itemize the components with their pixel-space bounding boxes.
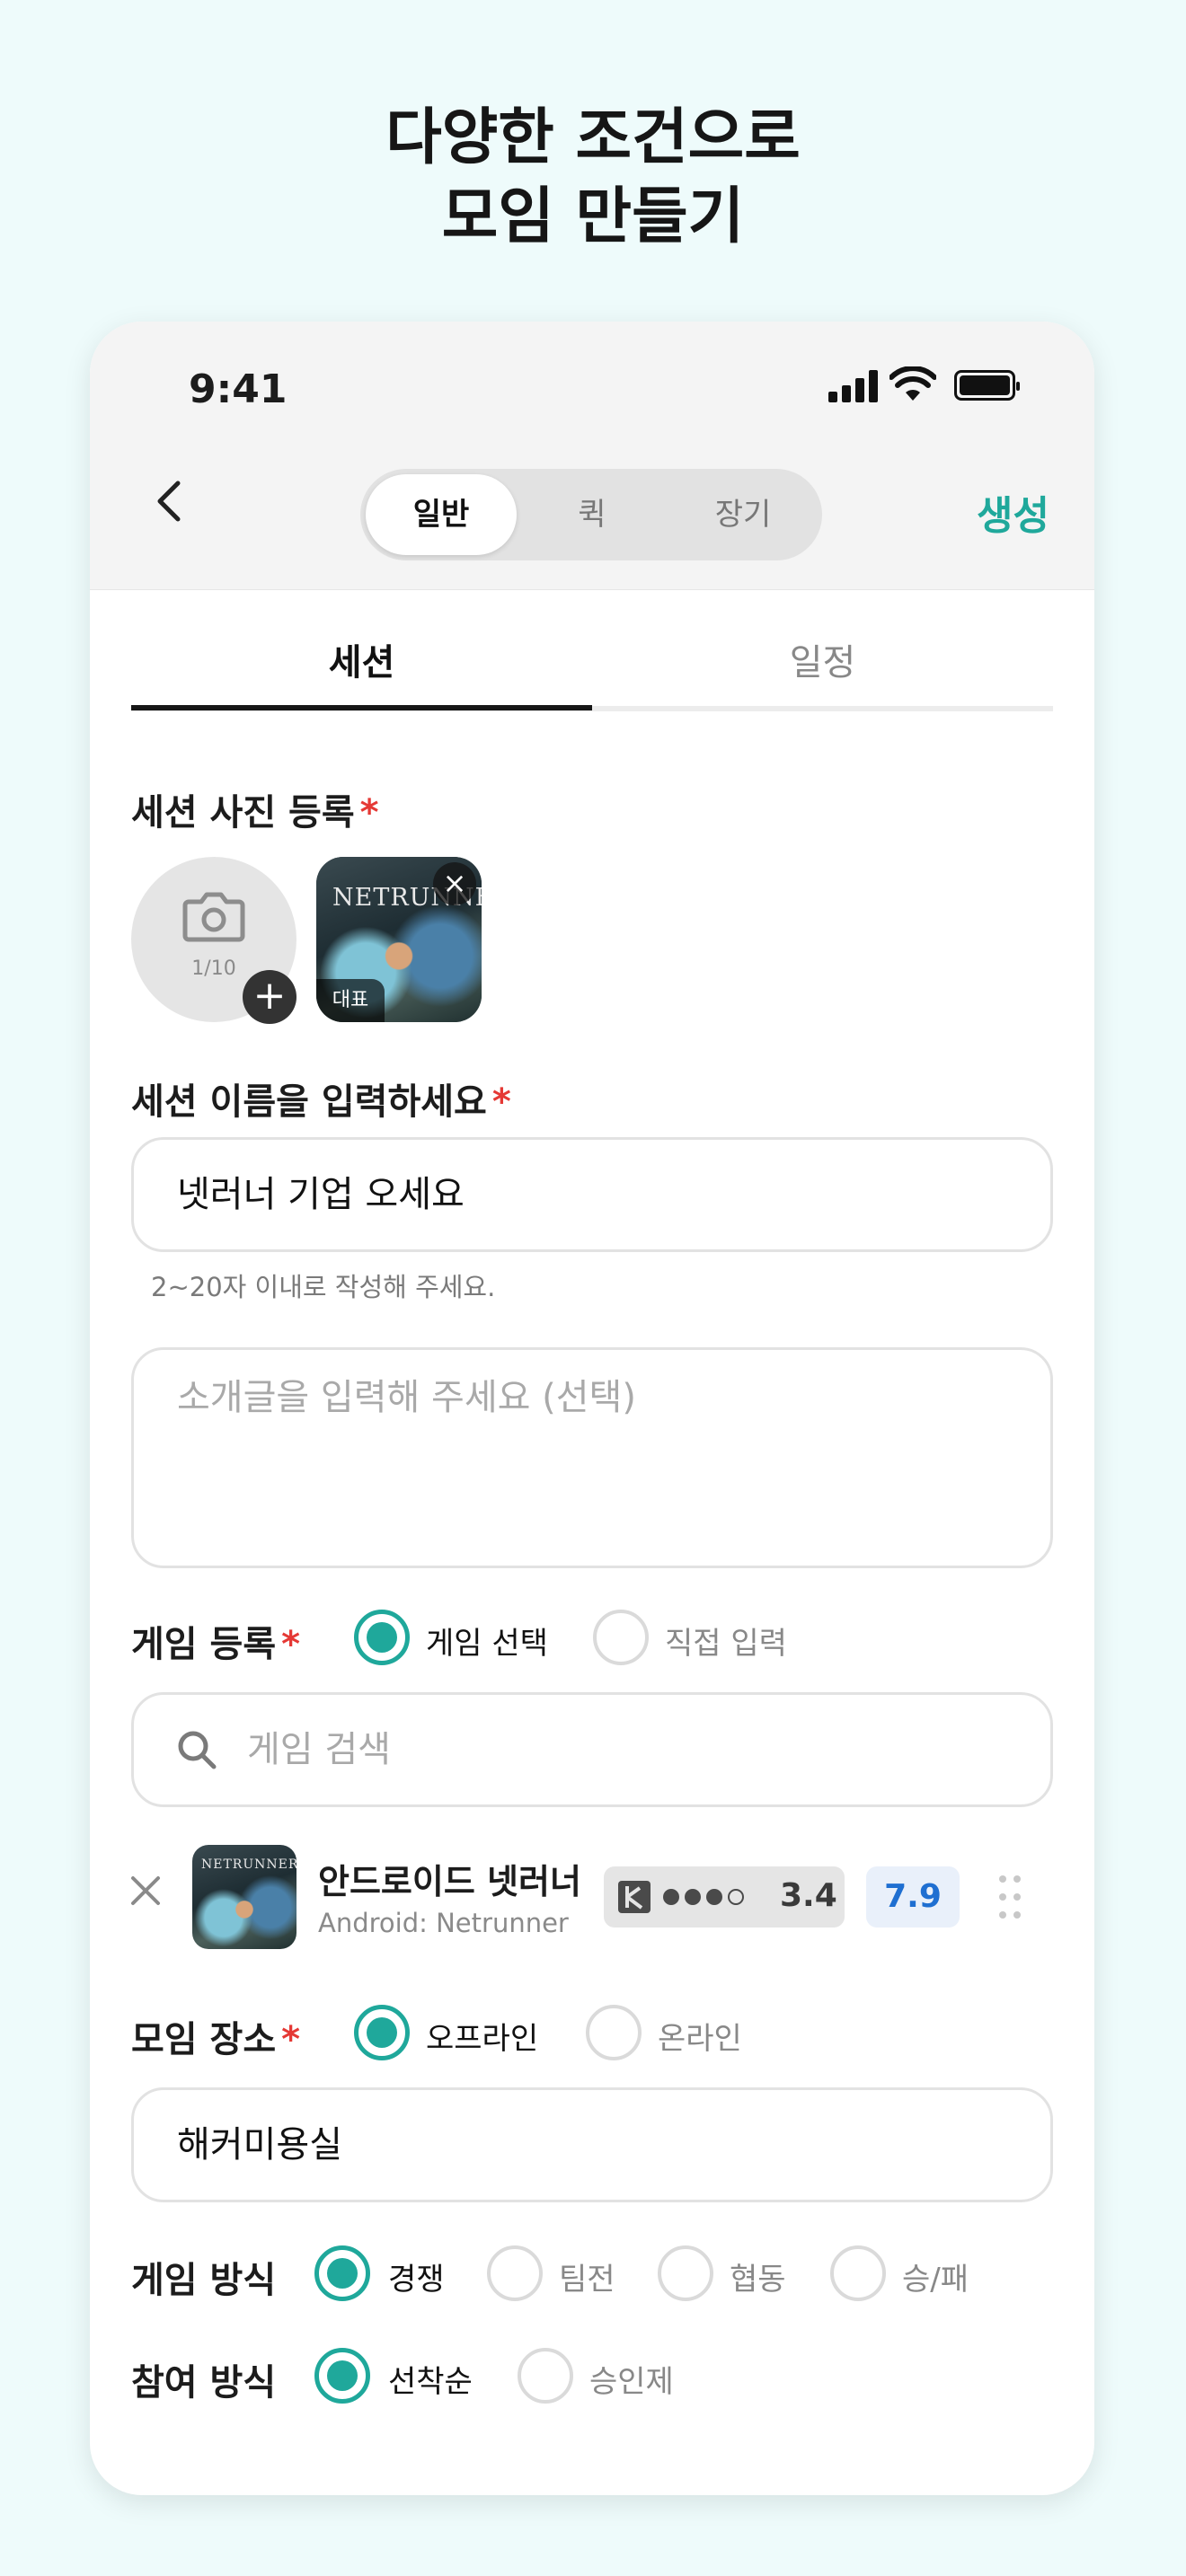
weight-dot xyxy=(685,1889,701,1905)
radio-competitive[interactable] xyxy=(314,2245,370,2301)
radio-offline-label: 오프라인 xyxy=(426,2021,539,2057)
camera-icon xyxy=(182,892,245,942)
representative-badge: 대표 xyxy=(316,979,385,1022)
battery-icon xyxy=(954,370,1020,401)
radio-approval-label: 승인제 xyxy=(589,2364,674,2400)
weight-dot-empty xyxy=(728,1889,744,1905)
close-icon[interactable]: × xyxy=(433,862,476,905)
create-button[interactable]: 생성 xyxy=(977,483,1049,541)
photo-section-label: 세션 사진 등록 * xyxy=(131,783,379,835)
game-section-label: 게임 등록 * xyxy=(131,1615,300,1667)
tab-bar: 세션 일정 xyxy=(131,589,1053,715)
radio-win-lose[interactable] xyxy=(830,2245,886,2301)
segment-quick[interactable]: 퀵 xyxy=(517,469,668,560)
wifi-icon xyxy=(890,366,936,401)
required-mark: * xyxy=(281,1624,301,1665)
photo-label-text: 세션 사진 등록 xyxy=(131,792,355,834)
photo-thumbnail[interactable]: NETRUNNER × 대표 xyxy=(316,857,482,1022)
place-section-label: 모임 장소 * xyxy=(131,2010,300,2062)
radio-direct-input-label: 직접 입력 xyxy=(665,1626,787,1662)
radio-game-select-label: 게임 선택 xyxy=(426,1626,548,1662)
radio-win-lose-label: 승/패 xyxy=(902,2262,969,2298)
rating-badge: 7.9 xyxy=(866,1866,960,1928)
plus-icon[interactable]: + xyxy=(243,970,296,1024)
play-style-label: 게임 방식 xyxy=(131,2260,277,2301)
radio-team-label: 팀전 xyxy=(559,2262,615,2298)
weight-icon xyxy=(618,1881,651,1913)
radio-team[interactable] xyxy=(487,2245,543,2301)
radio-competitive-label: 경쟁 xyxy=(388,2262,445,2298)
required-mark: * xyxy=(491,1081,511,1123)
chevron-left-icon[interactable] xyxy=(144,474,198,528)
tab-schedule[interactable]: 일정 xyxy=(592,589,1053,711)
radio-approval[interactable] xyxy=(518,2348,573,2404)
game-thumbnail: NETRUNNER xyxy=(192,1845,296,1949)
drag-handle-icon[interactable] xyxy=(997,1875,1024,1920)
headline-line-1: 다양한 조건으로 xyxy=(385,102,801,173)
radio-online-label: 온라인 xyxy=(658,2021,742,2057)
intro-textarea[interactable]: 소개글을 입력해 주세요 (선택) xyxy=(131,1347,1053,1568)
radio-game-select[interactable] xyxy=(354,1610,410,1665)
radio-online[interactable] xyxy=(586,2005,642,2060)
weight-dot xyxy=(706,1889,722,1905)
place-input[interactable]: 해커미용실 xyxy=(131,2087,1053,2202)
radio-offline[interactable] xyxy=(354,2005,410,2060)
name-helper-text: 2~20자 이내로 작성해 주세요. xyxy=(151,1272,496,1302)
game-thumb-title: NETRUNNER xyxy=(201,1857,296,1872)
radio-coop-label: 협동 xyxy=(730,2262,786,2298)
game-label-text: 게임 등록 xyxy=(131,1624,277,1665)
required-mark: * xyxy=(359,792,379,834)
name-section-label: 세션 이름을 입력하세요 * xyxy=(131,1072,511,1125)
tab-session[interactable]: 세션 xyxy=(131,589,592,711)
game-subtitle: Android: Netrunner xyxy=(318,1908,569,1938)
mode-segmented-control: 일반 퀵 장기 xyxy=(360,469,822,560)
game-search-input[interactable]: 게임 검색 xyxy=(131,1692,1053,1807)
phone-screen: 9:41 일반 퀵 장기 생성 세션 일정 세션 사진 등록 * 1/10 + … xyxy=(90,322,1094,2495)
tab-active-indicator xyxy=(131,705,592,710)
status-time: 9:41 xyxy=(189,366,288,412)
search-icon xyxy=(178,1731,217,1769)
session-name-input[interactable]: 넷러너 기업 오세요 xyxy=(131,1137,1053,1252)
segment-long-term[interactable]: 장기 xyxy=(668,469,819,560)
headline-line-2: 모임 만들기 xyxy=(441,181,745,253)
weight-dot xyxy=(663,1889,679,1905)
weight-dots xyxy=(663,1889,749,1909)
signal-icon xyxy=(828,370,879,402)
weight-badge: 3.4 xyxy=(604,1866,845,1928)
radio-first-come[interactable] xyxy=(314,2348,370,2404)
radio-first-come-label: 선착순 xyxy=(388,2364,473,2400)
game-name: 안드로이드 넷러너 xyxy=(318,1862,581,1901)
promo-headline: 다양한 조건으로 모임 만들기 xyxy=(0,99,1186,258)
top-bar: 9:41 일반 퀵 장기 생성 xyxy=(90,322,1094,590)
required-mark: * xyxy=(281,2019,301,2060)
join-method-label: 참여 방식 xyxy=(131,2362,277,2404)
name-label-text: 세션 이름을 입력하세요 xyxy=(131,1081,487,1123)
segment-general[interactable]: 일반 xyxy=(366,474,517,555)
weight-value: 3.4 xyxy=(780,1877,837,1914)
place-label-text: 모임 장소 xyxy=(131,2019,277,2060)
radio-coop[interactable] xyxy=(658,2245,713,2301)
close-icon[interactable] xyxy=(126,1871,165,1910)
radio-direct-input[interactable] xyxy=(593,1610,649,1665)
